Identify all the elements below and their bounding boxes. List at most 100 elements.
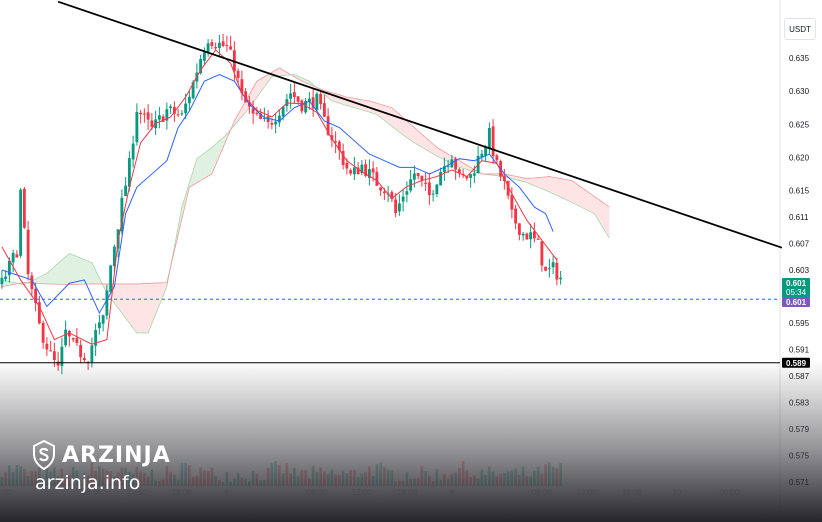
candle-body [135, 112, 139, 143]
support-price-tag-text: 0.589 [786, 359, 807, 368]
candle-body [274, 121, 278, 125]
candle-body [41, 322, 45, 343]
cloud-segment [549, 176, 554, 194]
cloud-segment [590, 193, 595, 214]
candle-body [49, 350, 53, 352]
volume-bar [390, 470, 394, 486]
price-tick-label: 0.630 [789, 87, 810, 96]
cloud-segment [545, 176, 550, 192]
volume-bar [15, 464, 19, 486]
candle-body [517, 223, 521, 235]
volume-bar [330, 469, 334, 486]
candle-body [547, 268, 551, 270]
volume-bar [281, 473, 285, 486]
candle-body [551, 262, 555, 268]
time-tick-label: 06:00 [719, 488, 740, 497]
candle-body [64, 329, 68, 346]
volume-bar [199, 467, 202, 486]
currency-selector[interactable]: USDT [784, 18, 816, 40]
candle-body [124, 185, 128, 197]
volume-bar [255, 474, 259, 486]
volume-bar [308, 478, 311, 486]
time-tick-label: 18:00 [397, 488, 418, 497]
volume-bar [270, 462, 274, 486]
cloud-segment [58, 260, 62, 285]
volume-bar [26, 476, 30, 486]
volume-bar [341, 471, 345, 486]
brand-name: ARZINJA [62, 442, 171, 468]
time-tick-label: 10 [672, 488, 681, 497]
volume-bar [195, 475, 199, 486]
candle [26, 221, 30, 281]
candle-body [401, 196, 405, 202]
candle-body [210, 42, 214, 46]
candle-body [427, 182, 431, 196]
volume-bar [259, 480, 262, 486]
volume-bar [446, 478, 450, 486]
volume-bar [266, 467, 270, 486]
price-tick-label: 0.591 [789, 346, 810, 355]
volume-bar [401, 480, 405, 486]
cloud-segment [144, 283, 149, 333]
candle-body [187, 96, 191, 104]
candle-body [405, 191, 409, 195]
volume-bar [353, 469, 356, 486]
volume-bar [536, 466, 540, 486]
chart-stage: 0.6400.6350.6300.6250.6200.6150.6110.607… [0, 0, 822, 522]
volume-bar [229, 481, 232, 486]
volume-bar [248, 481, 251, 486]
volume-bar [375, 463, 379, 486]
last-price-tag-text: 0.601 [786, 279, 807, 288]
volume-bar [360, 473, 364, 486]
candle-body [109, 265, 113, 292]
cloud-segment [586, 191, 591, 212]
candle [525, 232, 529, 240]
candle [315, 91, 319, 111]
cloud-segment [61, 256, 66, 285]
price-tick-label: 0.611 [789, 213, 809, 222]
cloud-segment [129, 283, 134, 328]
volume-bar [240, 477, 244, 486]
candle-body [469, 174, 473, 178]
candle-body [394, 199, 398, 214]
bid-price-tag: 0.601 [782, 297, 810, 307]
cloud-segment [579, 185, 584, 209]
candle-body [487, 127, 491, 149]
candle-body [0, 277, 4, 285]
candle-body [292, 92, 296, 97]
price-tick-label: 0.620 [789, 153, 810, 162]
cloud-segment [335, 93, 340, 104]
candle-body [139, 112, 143, 115]
cloud-segment [73, 254, 77, 285]
cloud-segment [76, 256, 81, 285]
candle-body [75, 338, 79, 344]
volume-bar [214, 476, 217, 486]
candle-body [472, 173, 476, 176]
cloud-segment [568, 179, 572, 203]
volume-bar [514, 468, 517, 486]
candle-body [555, 262, 559, 280]
candle-body [236, 70, 240, 78]
volume-bar [461, 461, 465, 486]
volume-bar [371, 475, 375, 486]
candle-body [45, 343, 49, 350]
volume-bar [289, 473, 292, 486]
volume-bar [405, 472, 409, 486]
candle-body [255, 112, 259, 114]
volume-bar [221, 481, 225, 486]
candle-body [559, 277, 563, 280]
volume-bar [548, 462, 551, 486]
candle-body [71, 338, 75, 340]
volume-bar [334, 474, 337, 486]
volume-bar [206, 470, 210, 486]
volume-bar [326, 474, 330, 486]
volume-bar [11, 471, 15, 486]
support-price-tag: 0.589 [782, 357, 810, 368]
last-price-tag: 0.60105:34 [782, 278, 810, 298]
cloud-segment [196, 155, 201, 183]
candle [544, 266, 548, 272]
volume-bar [416, 478, 420, 486]
volume-bar [488, 466, 491, 486]
volume-bar [518, 474, 521, 486]
volume-bar [551, 466, 555, 486]
